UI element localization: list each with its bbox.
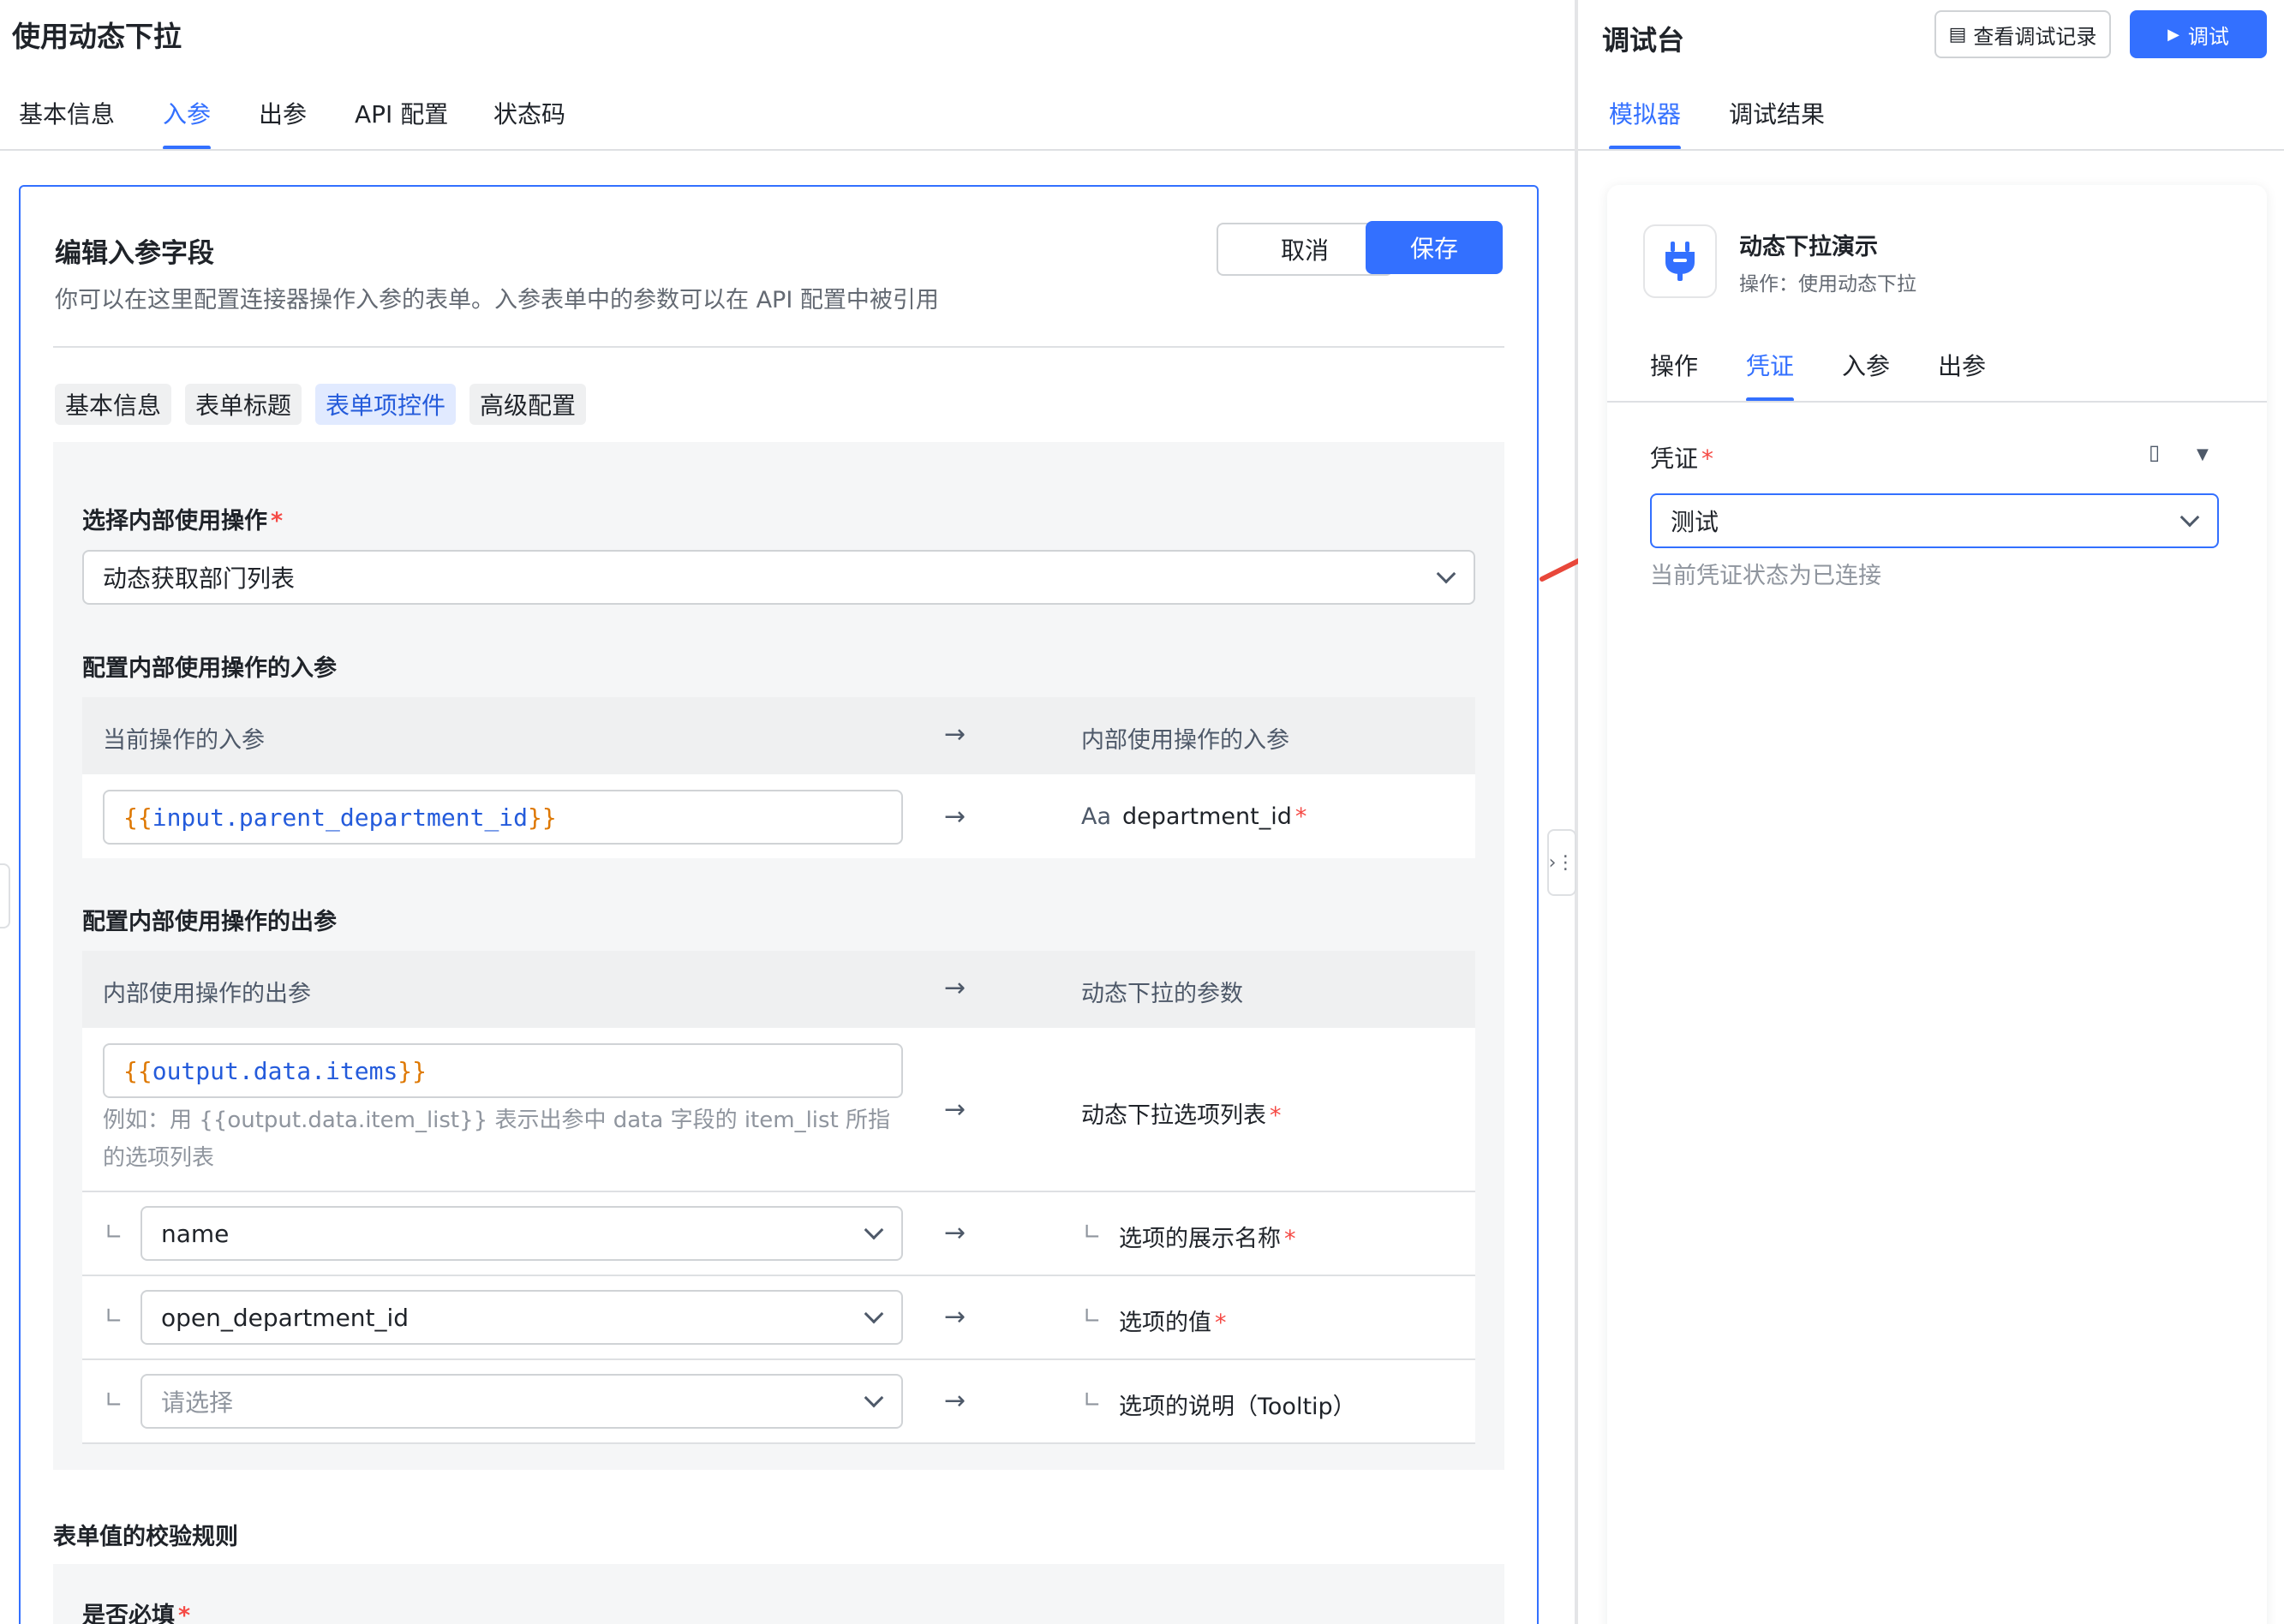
validation-area <box>53 1564 1504 1624</box>
credential-select[interactable]: 测试 <box>1650 493 2219 548</box>
input-target-field: department_id * <box>1122 803 1307 830</box>
debug-button[interactable]: ▶ 调试 <box>2130 10 2267 58</box>
indent-corner-icon: ∟ <box>1083 1220 1102 1245</box>
output-header-left: 内部使用操作的出参 <box>103 981 311 1007</box>
tab-input-params[interactable]: 入参 <box>163 96 211 130</box>
required-label: 是否必填 * <box>82 1603 191 1624</box>
arrow-right-icon: → <box>944 973 966 1003</box>
output-mapping-section-title: 配置内部使用操作的出参 <box>82 909 337 935</box>
view-debug-history-button[interactable]: ▤ 查看调试记录 <box>1934 10 2111 58</box>
option-tooltip-select[interactable]: 请选择 <box>141 1374 903 1429</box>
tabs-divider <box>0 149 1575 151</box>
output-header-right: 动态下拉的参数 <box>1081 981 1243 1007</box>
page-title: 使用动态下拉 <box>12 20 182 53</box>
input-expression-field[interactable]: {{input.parent_department_id}} <box>103 790 903 845</box>
play-icon: ▶ <box>2167 25 2179 44</box>
tab-api-config[interactable]: API 配置 <box>355 96 448 130</box>
indent-corner-icon: ∟ <box>105 1220 123 1245</box>
indent-corner-icon: ∟ <box>105 1388 123 1413</box>
internal-op-value: 动态获取部门列表 <box>103 564 296 593</box>
plug-icon <box>1665 242 1695 281</box>
segment-advanced[interactable]: 高级配置 <box>469 384 586 425</box>
chevron-down-icon <box>864 1388 884 1408</box>
sub-tab-output[interactable]: 出参 <box>1938 348 1986 382</box>
arrow-right-icon: → <box>944 719 966 749</box>
output-expression-field[interactable]: {{output.data.items}} <box>103 1043 903 1098</box>
card-description: 你可以在这里配置连接器操作入参的表单。入参表单中的参数可以在 API 配置中被引… <box>55 287 939 313</box>
option-display-name-label: 选项的展示名称 * <box>1119 1226 1296 1252</box>
internal-op-label: 选择内部使用操作 * <box>82 508 284 534</box>
tabs-divider <box>1578 149 2284 151</box>
arrow-right-icon: → <box>944 802 966 832</box>
debug-console-panel: 调试台 ▤ 查看调试记录 ▶ 调试 模拟器 调试结果 动态下拉演示 操作：使用动… <box>1578 0 2284 1624</box>
left-edge-handle[interactable] <box>0 863 10 928</box>
chevron-down-icon <box>1436 564 1456 584</box>
text-type-icon: Aa <box>1081 803 1112 830</box>
connector-logo <box>1643 224 1717 298</box>
history-icon: ▤ <box>1948 23 1967 45</box>
credential-doc-icon[interactable]: ▯ <box>2149 440 2160 464</box>
tab-basic-info[interactable]: 基本信息 <box>19 96 115 130</box>
internal-op-select[interactable]: 动态获取部门列表 <box>82 550 1475 605</box>
option-value-select[interactable]: open_department_id <box>141 1290 903 1345</box>
validation-rules-title: 表单值的校验规则 <box>53 1524 238 1550</box>
console-title: 调试台 <box>1602 24 1685 57</box>
chevron-right-icon: ›⋮ <box>1548 851 1575 874</box>
input-header-right: 内部使用操作的入参 <box>1081 727 1289 754</box>
tab-debug-result[interactable]: 调试结果 <box>1729 96 1825 130</box>
tab-simulator[interactable]: 模拟器 <box>1609 96 1681 130</box>
indent-corner-icon: ∟ <box>1083 1304 1102 1329</box>
arrow-right-icon: → <box>944 1386 966 1416</box>
option-tooltip-label: 选项的说明（Tooltip） <box>1119 1394 1356 1420</box>
card-header-divider <box>53 346 1504 348</box>
input-header-left: 当前操作的入参 <box>103 727 265 754</box>
chevron-down-icon <box>864 1220 884 1240</box>
credential-status: 当前凭证状态为已连接 <box>1650 563 1881 589</box>
row-divider <box>82 1442 1475 1444</box>
arrow-right-icon: → <box>944 1218 966 1248</box>
option-name-select[interactable]: name <box>141 1206 903 1261</box>
collapse-panel-button[interactable]: ›⋮ <box>1547 829 1576 896</box>
output-expression-hint: 例如：用 {{output.data.item_list}} 表示出参中 dat… <box>103 1108 891 1171</box>
tab-status-code[interactable]: 状态码 <box>493 96 565 130</box>
sub-tabs-divider <box>1607 401 2267 403</box>
chevron-down-icon <box>864 1304 884 1324</box>
sub-tab-credential[interactable]: 凭证 <box>1746 348 1794 382</box>
arrow-right-icon: → <box>944 1302 966 1332</box>
segment-basic-info[interactable]: 基本信息 <box>55 384 171 425</box>
input-mapping-section-title: 配置内部使用操作的入参 <box>82 655 337 682</box>
card-title: 编辑入参字段 <box>55 238 214 269</box>
demo-title: 动态下拉演示 <box>1739 234 1878 260</box>
output-target-field: 动态下拉选项列表 * <box>1081 1102 1282 1129</box>
save-button[interactable]: 保存 <box>1366 221 1503 274</box>
chevron-down-icon <box>2179 507 2200 528</box>
segment-form-control[interactable]: 表单项控件 <box>315 384 456 425</box>
tab-output-params[interactable]: 出参 <box>259 96 307 130</box>
indent-corner-icon: ∟ <box>1083 1388 1102 1413</box>
demo-subtitle: 操作：使用动态下拉 <box>1739 273 1916 296</box>
arrow-right-icon: → <box>944 1095 966 1125</box>
sub-tab-input[interactable]: 入参 <box>1842 348 1890 382</box>
indent-corner-icon: ∟ <box>105 1304 123 1329</box>
segment-form-title[interactable]: 表单标题 <box>185 384 302 425</box>
left-panel: 使用动态下拉 基本信息 入参 出参 API 配置 状态码 编辑入参字段 你可以在… <box>0 0 1575 1624</box>
credential-label: 凭证 * <box>1650 445 1714 473</box>
caret-down-icon[interactable]: ▼ <box>2197 445 2209 463</box>
sub-tab-operation[interactable]: 操作 <box>1650 348 1698 382</box>
option-value-label: 选项的值 * <box>1119 1310 1227 1336</box>
